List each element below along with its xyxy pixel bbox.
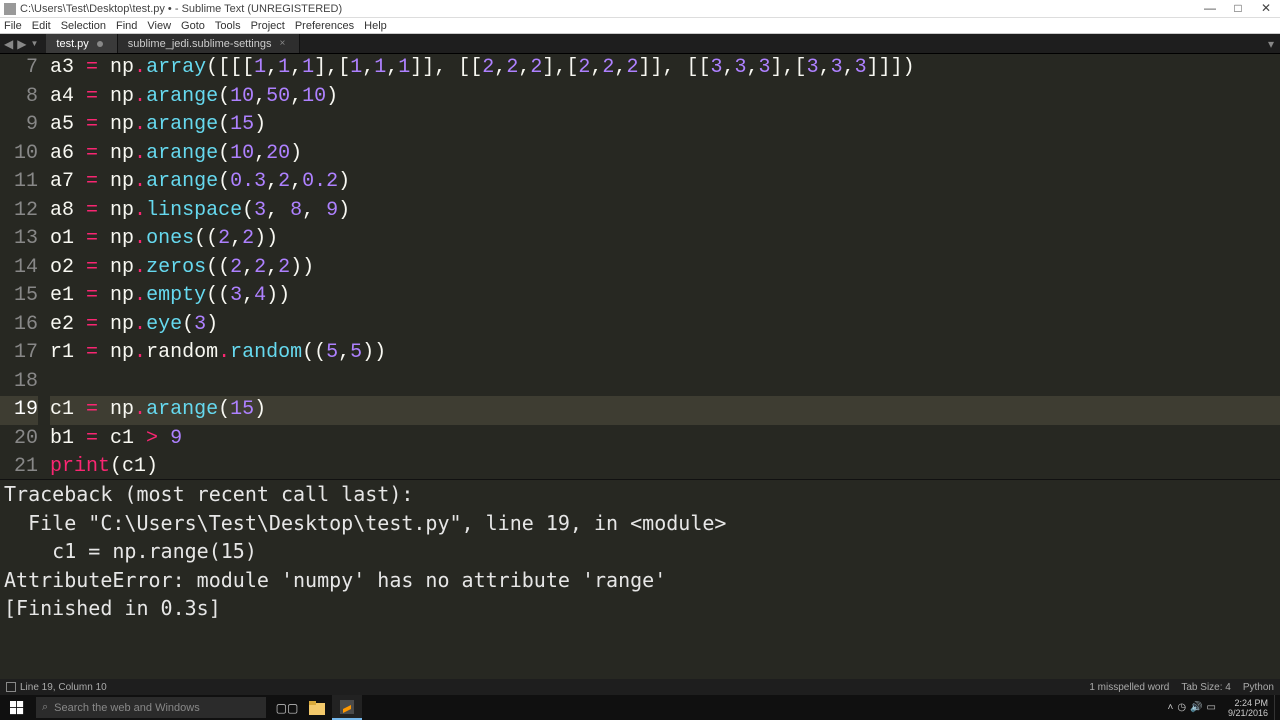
line-number: 14 <box>0 254 38 283</box>
tray-volume-icon[interactable]: 🔊 <box>1190 702 1202 713</box>
code-line[interactable]: a5 = np.arange(15) <box>50 111 1280 140</box>
menu-view[interactable]: View <box>147 20 171 32</box>
clock-time: 2:24 PM <box>1228 698 1268 708</box>
code-area[interactable]: a3 = np.array([[[1,1,1],[1,1,1]], [[2,2,… <box>46 54 1280 479</box>
code-line[interactable]: a4 = np.arange(10,50,10) <box>50 83 1280 112</box>
window-titlebar: C:\Users\Test\Desktop\test.py • - Sublim… <box>0 0 1280 18</box>
statusbar: Line 19, Column 10 1 misspelled word Tab… <box>0 679 1280 695</box>
tab-label: sublime_jedi.sublime-settings <box>128 38 272 50</box>
search-icon: ⌕ <box>42 701 48 714</box>
tab-row: ◀ ▶ ▼ test.py sublime_jedi.sublime-settin… <box>0 34 1280 54</box>
tabs-overflow-icon[interactable]: ▾ <box>1262 34 1280 53</box>
line-number: 10 <box>0 140 38 169</box>
code-line[interactable]: a6 = np.arange(10,20) <box>50 140 1280 169</box>
tray-network-icon[interactable]: ◷ <box>1177 702 1186 713</box>
line-number: 16 <box>0 311 38 340</box>
code-line[interactable]: c1 = np.arange(15) <box>50 396 1280 425</box>
app-icon <box>4 3 16 15</box>
start-button[interactable] <box>0 695 34 720</box>
panel-switch-icon[interactable] <box>6 682 16 692</box>
line-number: 15 <box>0 282 38 311</box>
nav-dropdown-icon[interactable]: ▼ <box>30 39 38 48</box>
nav-back-icon[interactable]: ◀ <box>4 37 13 51</box>
search-placeholder: Search the web and Windows <box>54 702 200 714</box>
status-tabsize[interactable]: Tab Size: 4 <box>1181 682 1230 693</box>
code-line[interactable]: r1 = np.random.random((5,5)) <box>50 339 1280 368</box>
close-tab-icon[interactable]: × <box>279 38 285 49</box>
nav-arrows[interactable]: ◀ ▶ ▼ <box>0 34 46 53</box>
menu-help[interactable]: Help <box>364 20 387 32</box>
code-line[interactable] <box>50 368 1280 397</box>
status-language[interactable]: Python <box>1243 682 1274 693</box>
menu-goto[interactable]: Goto <box>181 20 205 32</box>
code-line[interactable]: a3 = np.array([[[1,1,1],[1,1,1]], [[2,2,… <box>50 54 1280 83</box>
code-line[interactable]: print(c1) <box>50 453 1280 479</box>
maximize-button[interactable]: □ <box>1224 0 1252 18</box>
line-number: 7 <box>0 54 38 83</box>
file-explorer-icon[interactable] <box>302 695 332 720</box>
tray-notifications-icon[interactable]: ▭ <box>1207 702 1216 713</box>
dirty-dot-icon <box>97 41 103 47</box>
line-number: 19 <box>0 396 38 425</box>
menubar[interactable]: File Edit Selection Find View Goto Tools Projec… <box>0 18 1280 34</box>
line-number: 8 <box>0 83 38 112</box>
minimize-button[interactable]: — <box>1196 0 1224 18</box>
line-number: 9 <box>0 111 38 140</box>
menu-find[interactable]: Find <box>116 20 137 32</box>
show-desktop-button[interactable] <box>1274 695 1280 720</box>
line-number: 17 <box>0 339 38 368</box>
menu-preferences[interactable]: Preferences <box>295 20 354 32</box>
line-number: 18 <box>0 368 38 397</box>
tray-chevron-icon[interactable]: ˄ <box>1167 702 1173 713</box>
nav-forward-icon[interactable]: ▶ <box>17 37 26 51</box>
code-line[interactable]: b1 = c1 > 9 <box>50 425 1280 454</box>
line-number: 21 <box>0 453 38 479</box>
line-number: 20 <box>0 425 38 454</box>
window-title: C:\Users\Test\Desktop\test.py • - Sublim… <box>20 3 342 15</box>
status-spell[interactable]: 1 misspelled word <box>1089 682 1169 693</box>
tab-test-py[interactable]: test.py <box>46 34 117 53</box>
task-view-icon[interactable]: ▢▢ <box>272 695 302 720</box>
menu-edit[interactable]: Edit <box>32 20 51 32</box>
tab-label: test.py <box>56 38 88 50</box>
taskbar: ⌕ Search the web and Windows ▢▢ ˄ ◷ 🔊 ▭ … <box>0 695 1280 720</box>
status-position: Line 19, Column 10 <box>20 682 107 693</box>
menu-project[interactable]: Project <box>251 20 285 32</box>
code-line[interactable]: e2 = np.eye(3) <box>50 311 1280 340</box>
tab-sublime-jedi-sublime-settings[interactable]: sublime_jedi.sublime-settings × <box>118 34 301 53</box>
line-number: 11 <box>0 168 38 197</box>
code-line[interactable]: a8 = np.linspace(3, 8, 9) <box>50 197 1280 226</box>
menu-file[interactable]: File <box>4 20 22 32</box>
build-output[interactable]: Traceback (most recent call last): File … <box>0 479 1280 679</box>
system-tray[interactable]: ˄ ◷ 🔊 ▭ <box>1157 702 1221 713</box>
menu-selection[interactable]: Selection <box>61 20 106 32</box>
line-number: 13 <box>0 225 38 254</box>
close-button[interactable]: ✕ <box>1252 0 1280 18</box>
line-number: 12 <box>0 197 38 226</box>
code-line[interactable]: a7 = np.arange(0.3,2,0.2) <box>50 168 1280 197</box>
code-line[interactable]: o2 = np.zeros((2,2,2)) <box>50 254 1280 283</box>
windows-icon <box>10 701 24 715</box>
line-gutter: 789101112131415161718192021 <box>0 54 46 479</box>
code-line[interactable]: o1 = np.ones((2,2)) <box>50 225 1280 254</box>
sublime-task-icon[interactable] <box>332 695 362 720</box>
code-line[interactable]: e1 = np.empty((3,4)) <box>50 282 1280 311</box>
clock-date: 9/21/2016 <box>1228 708 1268 718</box>
taskbar-clock[interactable]: 2:24 PM 9/21/2016 <box>1222 698 1274 718</box>
menu-tools[interactable]: Tools <box>215 20 241 32</box>
taskbar-search[interactable]: ⌕ Search the web and Windows <box>36 697 266 718</box>
editor[interactable]: 789101112131415161718192021 a3 = np.arra… <box>0 54 1280 479</box>
